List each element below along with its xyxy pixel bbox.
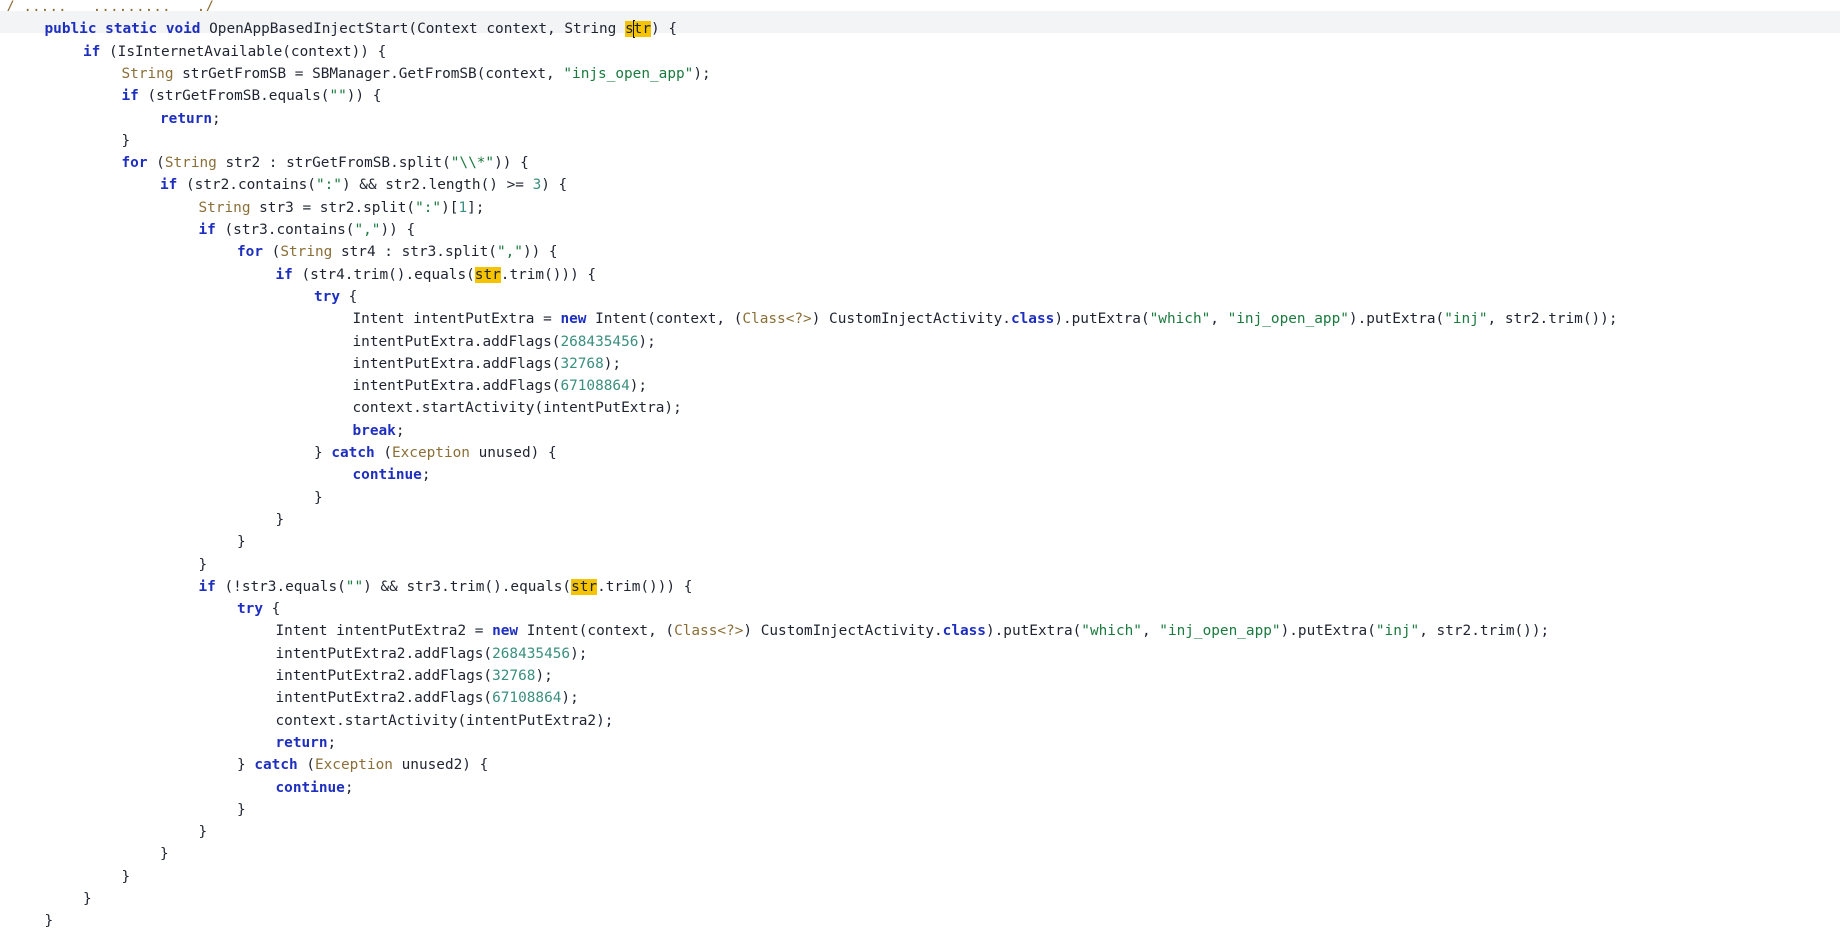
code-line[interactable]: intentPutExtra2.addFlags(268435456); — [0, 636, 1840, 662]
code-line[interactable]: intentPutExtra.addFlags(67108864); — [0, 368, 1840, 394]
code-line[interactable]: String strGetFromSB = SBManager.GetFromS… — [0, 56, 1840, 82]
code-line[interactable]: if (str2.contains(":") && str2.length() … — [0, 167, 1840, 193]
code-line[interactable]: if (str4.trim().equals(str.trim())) { — [0, 257, 1840, 283]
code-line[interactable]: context.startActivity(intentPutExtra); — [0, 390, 1840, 416]
code-line[interactable]: intentPutExtra2.addFlags(67108864); — [0, 680, 1840, 706]
code-line[interactable]: continue; — [0, 457, 1840, 483]
code-line[interactable]: } — [0, 480, 1840, 506]
code-line[interactable]: intentPutExtra.addFlags(268435456); — [0, 324, 1840, 350]
code-line[interactable]: } — [0, 881, 1840, 907]
code-line[interactable]: if (strGetFromSB.equals("")) { — [0, 78, 1840, 104]
code-line[interactable]: intentPutExtra.addFlags(32768); — [0, 346, 1840, 372]
code-line[interactable]: String str3 = str2.split(":")[1]; — [0, 190, 1840, 216]
code-token: } — [44, 913, 54, 930]
code-line[interactable]: if (IsInternetAvailable(context)) { — [0, 34, 1840, 60]
code-line[interactable]: } — [0, 524, 1840, 550]
code-line[interactable]: } catch (Exception unused) { — [0, 435, 1840, 461]
code-line[interactable]: } — [0, 123, 1840, 149]
code-line[interactable]: } — [0, 792, 1840, 818]
code-line[interactable]: } — [0, 547, 1840, 573]
code-line[interactable]: context.startActivity(intentPutExtra2); — [0, 703, 1840, 729]
code-line[interactable]: if (!str3.equals("") && str3.trim().equa… — [0, 569, 1840, 595]
code-line[interactable]: Intent intentPutExtra = new Intent(conte… — [0, 301, 1840, 327]
code-line[interactable]: return; — [0, 101, 1840, 127]
code-line[interactable]: / ..... ......... ./ — [0, 0, 1840, 15]
code-line[interactable]: } — [0, 814, 1840, 840]
code-line[interactable]: } — [0, 903, 1840, 929]
code-line[interactable]: if (str3.contains(",")) { — [0, 212, 1840, 238]
code-line[interactable]: try { — [0, 591, 1840, 617]
code-line[interactable]: } — [0, 836, 1840, 862]
code-line[interactable]: } catch (Exception unused2) { — [0, 747, 1840, 773]
code-line[interactable]: continue; — [0, 770, 1840, 796]
code-line[interactable]: break; — [0, 413, 1840, 439]
code-line[interactable]: intentPutExtra2.addFlags(32768); — [0, 658, 1840, 684]
code-line[interactable]: try { — [0, 279, 1840, 305]
code-editor[interactable]: / ..... ......... ./public static void O… — [0, 0, 1840, 929]
code-line[interactable]: return; — [0, 725, 1840, 751]
code-line[interactable]: public static void OpenAppBasedInjectSta… — [0, 11, 1840, 39]
code-line[interactable]: } — [0, 859, 1840, 885]
code-line[interactable]: } — [0, 502, 1840, 528]
code-line[interactable]: for (String str2 : strGetFromSB.split("\… — [0, 145, 1840, 171]
code-line[interactable]: for (String str4 : str3.split(",")) { — [0, 234, 1840, 260]
code-line[interactable]: Intent intentPutExtra2 = new Intent(cont… — [0, 613, 1840, 639]
